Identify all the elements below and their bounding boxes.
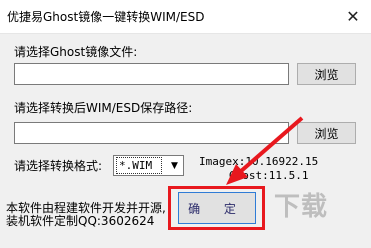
watermark-logo: 下载 xyxy=(274,192,329,222)
